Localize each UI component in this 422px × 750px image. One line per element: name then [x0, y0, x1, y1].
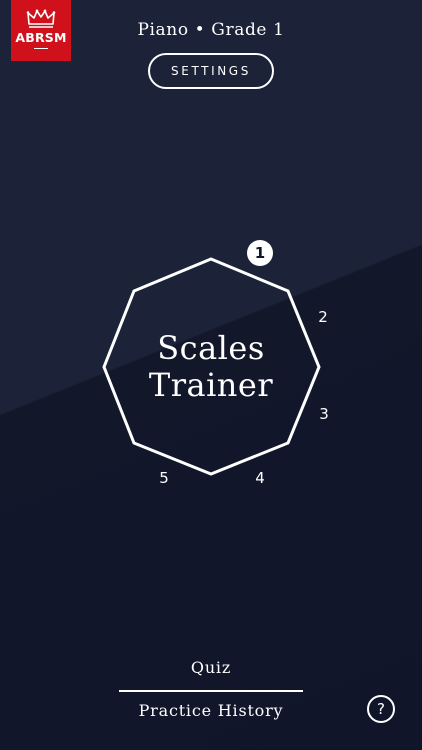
practice-history-link[interactable]: Practice History — [120, 701, 302, 720]
app-title-line2: Trainer — [148, 366, 274, 404]
app-title-line1: Scales — [157, 329, 265, 367]
help-button[interactable]: ? — [367, 695, 395, 723]
quiz-link[interactable]: Quiz — [120, 658, 302, 677]
step-5[interactable]: 5 — [152, 466, 176, 490]
app-title: Scales Trainer — [110, 330, 312, 404]
nav-divider — [119, 690, 303, 692]
step-1[interactable]: 1 — [247, 240, 273, 266]
step-4[interactable]: 4 — [248, 466, 272, 490]
question-icon: ? — [377, 700, 385, 718]
step-2[interactable]: 2 — [311, 305, 335, 329]
step-3[interactable]: 3 — [312, 402, 336, 426]
